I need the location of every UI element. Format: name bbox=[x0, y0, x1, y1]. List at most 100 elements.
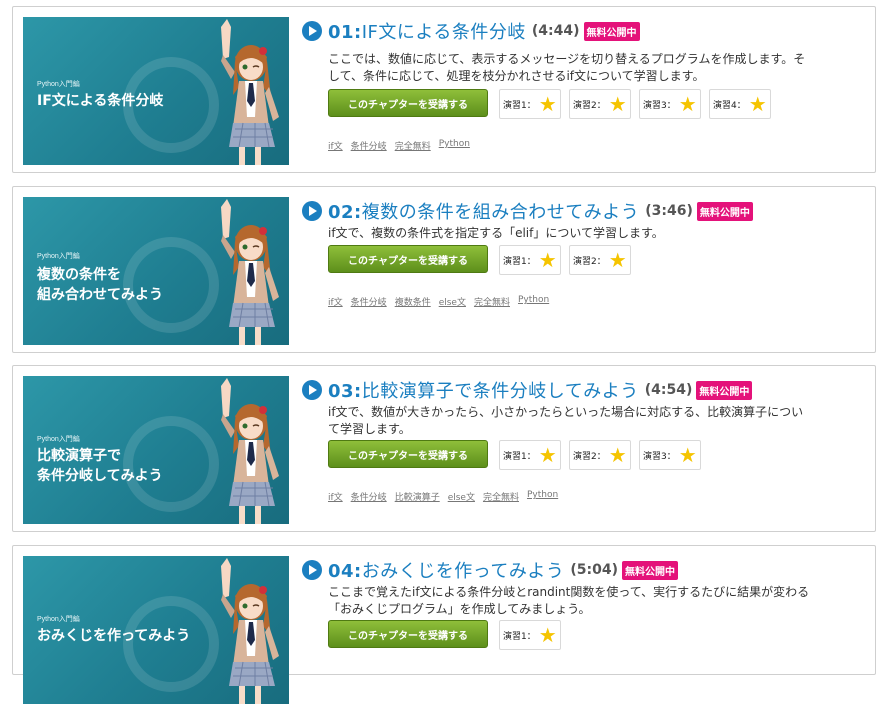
character-illustration bbox=[221, 199, 279, 345]
thumbnail-series-label: Python入門編 bbox=[37, 436, 80, 443]
tag-link[interactable]: if文 bbox=[328, 490, 343, 503]
exercise-label: 演習3： bbox=[643, 100, 676, 111]
chapter-card: Python入門編 比較演算子で 条件分岐してみよう 03:比較演算子で条件分岐し… bbox=[12, 365, 876, 532]
star-icon: ★ bbox=[538, 623, 557, 647]
exercise-list: 演習1： ★ 演習2： ★ 演習3： ★ bbox=[499, 440, 701, 470]
exercise-label: 演習1： bbox=[503, 631, 536, 642]
tag-link[interactable]: 条件分岐 bbox=[351, 295, 387, 308]
chapter-title[interactable]: 04:おみくじを作ってみよう bbox=[328, 557, 564, 583]
chapter-number: 03: bbox=[328, 381, 362, 402]
exercise-button[interactable]: 演習3： ★ bbox=[639, 89, 701, 119]
chapter-title-row[interactable]: 02:複数の条件を組み合わせてみよう (3:46) 無料公開中 bbox=[302, 199, 753, 223]
play-circle-icon[interactable] bbox=[302, 560, 322, 580]
chapter-description-line: ここでは、数値に応じて、表示するメッセージを切り替えるプログラムを作成します。そ bbox=[328, 52, 806, 66]
tag-link[interactable]: else文 bbox=[448, 490, 475, 503]
thumbnail-series-label: Python入門編 bbox=[37, 81, 80, 88]
chapter-description: if文で、数値が大きかったら、小さかったらといった場合に対応する、比較演算子につ… bbox=[328, 404, 838, 438]
exercise-button[interactable]: 演習1： ★ bbox=[499, 89, 561, 119]
exercise-label: 演習1： bbox=[503, 451, 536, 462]
chapter-card: Python入門編 IF文による条件分岐 01:IF文による条件分岐 (4:44… bbox=[12, 6, 876, 173]
exercise-label: 演習2： bbox=[573, 451, 606, 462]
star-icon: ★ bbox=[678, 443, 697, 467]
tag-link[interactable]: 複数条件 bbox=[395, 295, 431, 308]
chapter-title-text: おみくじを作ってみよう bbox=[361, 561, 565, 582]
exercise-button[interactable]: 演習1： ★ bbox=[499, 620, 561, 650]
chapter-description-line: して、条件に応じて、処理を枝分かれさせるif文について学習します。 bbox=[328, 69, 705, 83]
enroll-chapter-button[interactable]: このチャプターを受講する bbox=[328, 620, 488, 648]
star-icon: ★ bbox=[608, 248, 627, 272]
star-icon: ★ bbox=[538, 92, 557, 116]
free-badge: 無料公開中 bbox=[583, 21, 640, 41]
chapter-description: ここでは、数値に応じて、表示するメッセージを切り替えるプログラムを作成します。そ… bbox=[328, 51, 838, 85]
exercise-button[interactable]: 演習2： ★ bbox=[569, 89, 631, 119]
chapter-description-line: if文で、数値が大きかったら、小さかったらといった場合に対応する、比較演算子につ… bbox=[328, 405, 804, 419]
chapter-number: 01: bbox=[328, 22, 362, 43]
chapter-card: Python入門編 おみくじを作ってみよう 04:おみくじを作ってみよう (5:… bbox=[12, 545, 876, 704]
chapter-title[interactable]: 01:IF文による条件分岐 bbox=[328, 18, 526, 44]
enroll-chapter-button[interactable]: このチャプターを受講する bbox=[328, 245, 488, 273]
tag-link[interactable]: 比較演算子 bbox=[395, 490, 440, 503]
play-circle-icon[interactable] bbox=[302, 21, 322, 41]
chapter-thumbnail[interactable]: Python入門編 おみくじを作ってみよう bbox=[23, 556, 289, 704]
star-icon: ★ bbox=[748, 92, 767, 116]
tag-link[interactable]: 条件分岐 bbox=[351, 139, 387, 152]
chapter-title-row[interactable]: 03:比較演算子で条件分岐してみよう (4:54) 無料公開中 bbox=[302, 377, 753, 403]
chapter-title-text: 複数の条件を組み合わせてみよう bbox=[361, 202, 640, 223]
chapter-description: if文で、複数の条件式を指定する「elif」について学習します。 bbox=[328, 225, 838, 242]
chapter-number: 02: bbox=[328, 202, 362, 223]
enroll-chapter-button[interactable]: このチャプターを受講する bbox=[328, 89, 488, 117]
character-illustration bbox=[221, 378, 279, 524]
chapter-duration: (5:04) bbox=[570, 562, 618, 578]
exercise-button[interactable]: 演習3： ★ bbox=[639, 440, 701, 470]
tag-list: if文 条件分岐 完全無料 Python bbox=[328, 139, 470, 152]
tag-link[interactable]: else文 bbox=[439, 295, 466, 308]
tag-link[interactable]: 完全無料 bbox=[395, 139, 431, 152]
tag-link[interactable]: Python bbox=[518, 295, 549, 308]
play-circle-icon[interactable] bbox=[302, 201, 322, 221]
chapter-number: 04: bbox=[328, 561, 362, 582]
exercise-list: 演習1： ★ bbox=[499, 620, 561, 650]
exercise-button[interactable]: 演習2： ★ bbox=[569, 440, 631, 470]
chapter-thumbnail[interactable]: Python入門編 IF文による条件分岐 bbox=[23, 17, 289, 165]
star-icon: ★ bbox=[538, 248, 557, 272]
free-badge: 無料公開中 bbox=[621, 560, 678, 580]
tag-link[interactable]: 完全無料 bbox=[474, 295, 510, 308]
exercise-label: 演習1： bbox=[503, 256, 536, 267]
chapter-title[interactable]: 03:比較演算子で条件分岐してみよう bbox=[328, 377, 639, 403]
tag-link[interactable]: Python bbox=[527, 490, 558, 503]
chapter-title-row[interactable]: 04:おみくじを作ってみよう (5:04) 無料公開中 bbox=[302, 558, 678, 582]
star-icon: ★ bbox=[608, 92, 627, 116]
play-circle-icon[interactable] bbox=[302, 380, 322, 400]
tag-link[interactable]: Python bbox=[439, 139, 470, 152]
exercise-label: 演習2： bbox=[573, 256, 606, 267]
chapter-thumbnail[interactable]: Python入門編 比較演算子で 条件分岐してみよう bbox=[23, 376, 289, 524]
exercise-label: 演習2： bbox=[573, 100, 606, 111]
tag-link[interactable]: if文 bbox=[328, 139, 343, 152]
chapter-title-row[interactable]: 01:IF文による条件分岐 (4:44) 無料公開中 bbox=[302, 19, 640, 43]
tag-link[interactable]: 完全無料 bbox=[483, 490, 519, 503]
chapter-title-text: IF文による条件分岐 bbox=[361, 22, 526, 43]
star-icon: ★ bbox=[608, 443, 627, 467]
exercise-label: 演習1： bbox=[503, 100, 536, 111]
star-icon: ★ bbox=[678, 92, 697, 116]
tag-list: if文 条件分岐 複数条件 else文 完全無料 Python bbox=[328, 295, 549, 308]
chapter-title[interactable]: 02:複数の条件を組み合わせてみよう bbox=[328, 198, 639, 224]
chapter-description: ここまで覚えたif文による条件分岐とrandint関数を使って、実行するたびに結… bbox=[328, 584, 838, 618]
tag-link[interactable]: 条件分岐 bbox=[351, 490, 387, 503]
exercise-button[interactable]: 演習2： ★ bbox=[569, 245, 631, 275]
chapter-description-line: 「おみくじプログラム」を作成してみましょう。 bbox=[328, 602, 591, 616]
exercise-list: 演習1： ★ 演習2： ★ bbox=[499, 245, 631, 275]
tag-list: if文 条件分岐 比較演算子 else文 完全無料 Python bbox=[328, 490, 558, 503]
exercise-list: 演習1： ★ 演習2： ★ 演習3： ★ 演習4： ★ bbox=[499, 89, 771, 119]
exercise-button[interactable]: 演習1： ★ bbox=[499, 245, 561, 275]
chapter-duration: (3:46) bbox=[645, 203, 693, 219]
exercise-button[interactable]: 演習1： ★ bbox=[499, 440, 561, 470]
exercise-label: 演習3： bbox=[643, 451, 676, 462]
chapter-title-text: 比較演算子で条件分岐してみよう bbox=[361, 381, 639, 402]
chapter-description-line: ここまで覚えたif文による条件分岐とrandint関数を使って、実行するたびに結… bbox=[328, 585, 810, 599]
exercise-button[interactable]: 演習4： ★ bbox=[709, 89, 771, 119]
tag-link[interactable]: if文 bbox=[328, 295, 343, 308]
enroll-chapter-button[interactable]: このチャプターを受講する bbox=[328, 440, 488, 468]
chapter-description-line: if文で、複数の条件式を指定する「elif」について学習します。 bbox=[328, 226, 664, 240]
chapter-thumbnail[interactable]: Python入門編 複数の条件を 組み合わせてみよう bbox=[23, 197, 289, 345]
